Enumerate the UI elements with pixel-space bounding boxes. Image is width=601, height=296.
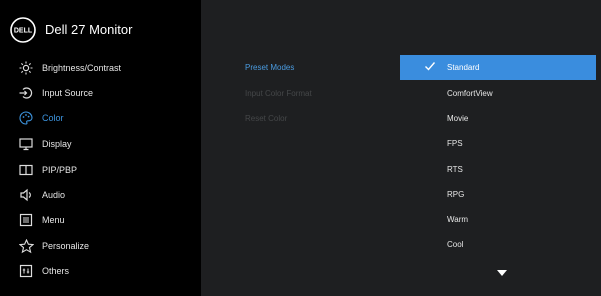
color-icon bbox=[18, 110, 34, 126]
option-label: Warm bbox=[447, 215, 469, 224]
option-label: RTS bbox=[447, 165, 463, 174]
chevron-down-icon[interactable] bbox=[497, 270, 507, 276]
page-title: Dell 27 Monitor bbox=[45, 22, 133, 37]
option-cool[interactable]: Cool bbox=[400, 232, 596, 257]
sidebar-item-others[interactable]: Others bbox=[0, 258, 201, 284]
option-rts[interactable]: RTS bbox=[400, 157, 596, 182]
sidebar-item-label: Audio bbox=[42, 190, 66, 200]
sidebar: DELL Dell 27 Monitor Brightness/Contrast… bbox=[0, 0, 201, 296]
star-icon bbox=[18, 238, 34, 254]
sidebar-item-label: Color bbox=[42, 113, 64, 123]
option-label: FPS bbox=[447, 139, 463, 148]
option-fps[interactable]: FPS bbox=[400, 131, 596, 156]
sidebar-item-label: Input Source bbox=[42, 88, 94, 98]
sidebar-item-label: Brightness/Contrast bbox=[42, 63, 122, 73]
svg-text:DELL: DELL bbox=[14, 28, 33, 35]
dell-logo: DELL bbox=[10, 17, 36, 43]
sidebar-item-label: PIP/PBP bbox=[42, 165, 78, 175]
option-warm[interactable]: Warm bbox=[400, 207, 596, 232]
sidebar-item-input-source[interactable]: Input Source bbox=[0, 80, 201, 106]
option-label: ComfortView bbox=[447, 89, 493, 98]
pip-pbp-icon bbox=[18, 162, 34, 178]
option-movie[interactable]: Movie bbox=[400, 106, 596, 131]
option-label: Cool bbox=[447, 240, 464, 249]
others-icon bbox=[18, 263, 34, 279]
option-standard[interactable]: Standard bbox=[400, 55, 596, 80]
option-rpg[interactable]: RPG bbox=[400, 182, 596, 207]
submenu-input-color-format[interactable]: Input Color Format bbox=[245, 89, 312, 98]
option-label: Movie bbox=[447, 114, 469, 123]
input-source-icon bbox=[18, 85, 34, 101]
sidebar-item-brightness-contrast[interactable]: Brightness/Contrast bbox=[0, 55, 201, 81]
option-label: RPG bbox=[447, 190, 465, 199]
sidebar-item-pip-pbp[interactable]: PIP/PBP bbox=[0, 157, 201, 183]
sidebar-item-menu[interactable]: Menu bbox=[0, 207, 201, 233]
sidebar-item-personalize[interactable]: Personalize bbox=[0, 233, 201, 259]
sidebar-item-audio[interactable]: Audio bbox=[0, 182, 201, 208]
sidebar-item-label: Display bbox=[42, 139, 72, 149]
option-comfortview[interactable]: ComfortView bbox=[400, 81, 596, 106]
menu-icon bbox=[18, 212, 34, 228]
submenu-reset-color[interactable]: Reset Color bbox=[245, 114, 287, 123]
osd-header: DELL Dell 27 Monitor bbox=[0, 0, 201, 47]
sidebar-item-label: Others bbox=[42, 266, 70, 276]
display-icon bbox=[18, 136, 34, 152]
sidebar-item-label: Menu bbox=[42, 215, 65, 225]
sidebar-item-label: Personalize bbox=[42, 241, 90, 251]
sidebar-item-color[interactable]: Color bbox=[0, 105, 201, 131]
submenu-preset-modes[interactable]: Preset Modes bbox=[245, 63, 294, 72]
check-icon bbox=[425, 62, 436, 71]
brightness-icon bbox=[18, 60, 34, 76]
option-label: Standard bbox=[447, 63, 480, 72]
audio-icon bbox=[18, 187, 34, 203]
monitor-osd: DELL Dell 27 Monitor Brightness/Contrast… bbox=[0, 0, 601, 296]
sidebar-item-display[interactable]: Display bbox=[0, 131, 201, 157]
